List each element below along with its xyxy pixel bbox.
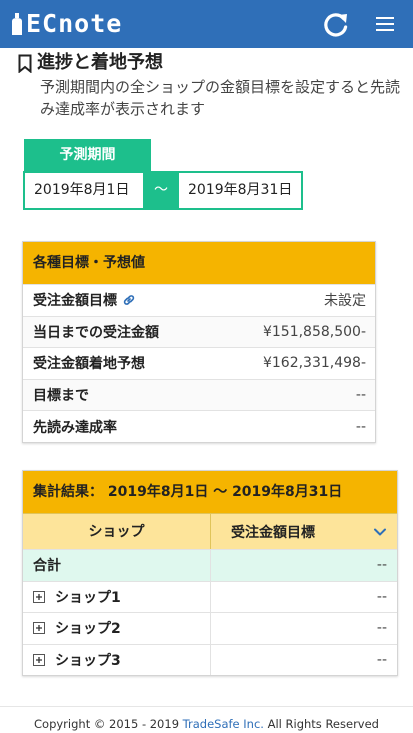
column-target-label: 受注金額目標 xyxy=(231,524,315,541)
period-label: 予測期間 xyxy=(24,139,151,172)
bookmark-icon xyxy=(18,54,32,73)
shop-row: ショップ2 -- xyxy=(23,612,397,644)
target-value: ¥162,331,498- xyxy=(262,355,366,372)
expand-plus-icon[interactable] xyxy=(33,622,45,635)
expand-plus-icon[interactable] xyxy=(33,653,45,666)
copyright-prefix: Copyright © 2015 - 2019 xyxy=(34,717,183,731)
total-row: 合計 -- xyxy=(23,549,397,581)
targets-heading: 各種目標・予想値 xyxy=(23,242,375,284)
column-shop: ショップ xyxy=(23,514,211,549)
target-row-remaining: 目標まで -- xyxy=(23,378,375,411)
target-label: 受注金額着地予想 xyxy=(33,356,145,373)
ecnote-logo[interactable]: ECnote xyxy=(10,10,122,38)
target-label: 先読み達成率 xyxy=(33,419,117,436)
target-row-landing-forecast: 受注金額着地予想 ¥162,331,498- xyxy=(23,347,375,379)
target-row-achievement-rate: 先読み達成率 -- xyxy=(23,410,375,442)
target-value: -- xyxy=(355,418,366,435)
shop-name: ショップ1 xyxy=(55,589,121,606)
reload-button[interactable] xyxy=(321,9,351,39)
targets-panel: 各種目標・予想値 受注金額目標 未設定 当日までの受注金額 ¥151,858,5… xyxy=(22,241,376,443)
shop-value: -- xyxy=(376,651,387,668)
total-value: -- xyxy=(376,557,387,573)
page-title: 進捗と着地予想 xyxy=(37,52,163,73)
footer: Copyright © 2015 - 2019 TradeSafe Inc. A… xyxy=(0,706,413,733)
target-row-order-goal: 受注金額目標 未設定 xyxy=(23,284,375,316)
shop-value: -- xyxy=(376,620,387,636)
page-description: 予測期間内の全ショップの金額目標を設定すると先読み達成率が表示されます xyxy=(40,78,401,118)
column-target-dropdown[interactable]: 受注金額目標 xyxy=(211,514,397,549)
shop-name: ショップ3 xyxy=(55,652,121,669)
shop-row: ショップ1 -- xyxy=(23,580,397,612)
total-label: 合計 xyxy=(23,550,211,581)
end-date-field[interactable]: 2019年8月31日 xyxy=(179,173,301,208)
link-icon[interactable] xyxy=(122,293,136,307)
menu-bar xyxy=(376,17,394,19)
page-title-row: 進捗と着地予想 xyxy=(18,52,163,74)
target-value: -- xyxy=(355,387,366,404)
target-label: 目標まで xyxy=(33,388,89,405)
results-heading: 集計結果： 2019年8月1日 〜 2019年8月31日 xyxy=(23,471,397,513)
copyright-suffix: All Rights Reserved xyxy=(263,717,379,731)
menu-bar xyxy=(376,29,394,31)
reload-icon xyxy=(324,13,348,37)
hamburger-menu-button[interactable] xyxy=(372,12,398,36)
bottle-logo-icon xyxy=(12,13,22,35)
company-link[interactable]: TradeSafe Inc. xyxy=(183,717,264,731)
shop-row: ショップ3 -- xyxy=(23,643,397,675)
menu-bar xyxy=(376,23,394,25)
app-header: ECnote xyxy=(0,0,413,48)
period-range: 2019年8月1日 〜 2019年8月31日 xyxy=(23,171,303,210)
target-label: 当日までの受注金額 xyxy=(33,324,159,341)
results-panel: 集計結果： 2019年8月1日 〜 2019年8月31日 ショップ 受注金額目標… xyxy=(22,470,398,676)
target-row-orders-to-date: 当日までの受注金額 ¥151,858,500- xyxy=(23,315,375,348)
chevron-down-icon xyxy=(374,528,386,535)
date-separator: 〜 xyxy=(143,173,179,208)
shop-name-cell: ショップ2 xyxy=(23,613,211,644)
shop-name: ショップ2 xyxy=(55,621,121,638)
start-date-field[interactable]: 2019年8月1日 xyxy=(25,173,143,208)
shop-value: -- xyxy=(376,588,387,605)
target-label-text: 受注金額目標 xyxy=(33,293,117,310)
expand-plus-icon[interactable] xyxy=(33,590,45,603)
results-column-header: ショップ 受注金額目標 xyxy=(23,513,397,549)
shop-name-cell: ショップ1 xyxy=(23,581,211,612)
target-value: ¥151,858,500- xyxy=(262,323,366,340)
target-value: 未設定 xyxy=(324,293,366,310)
target-label: 受注金額目標 xyxy=(33,290,136,310)
shop-name-cell: ショップ3 xyxy=(23,644,211,675)
logo-text: ECnote xyxy=(26,9,123,38)
